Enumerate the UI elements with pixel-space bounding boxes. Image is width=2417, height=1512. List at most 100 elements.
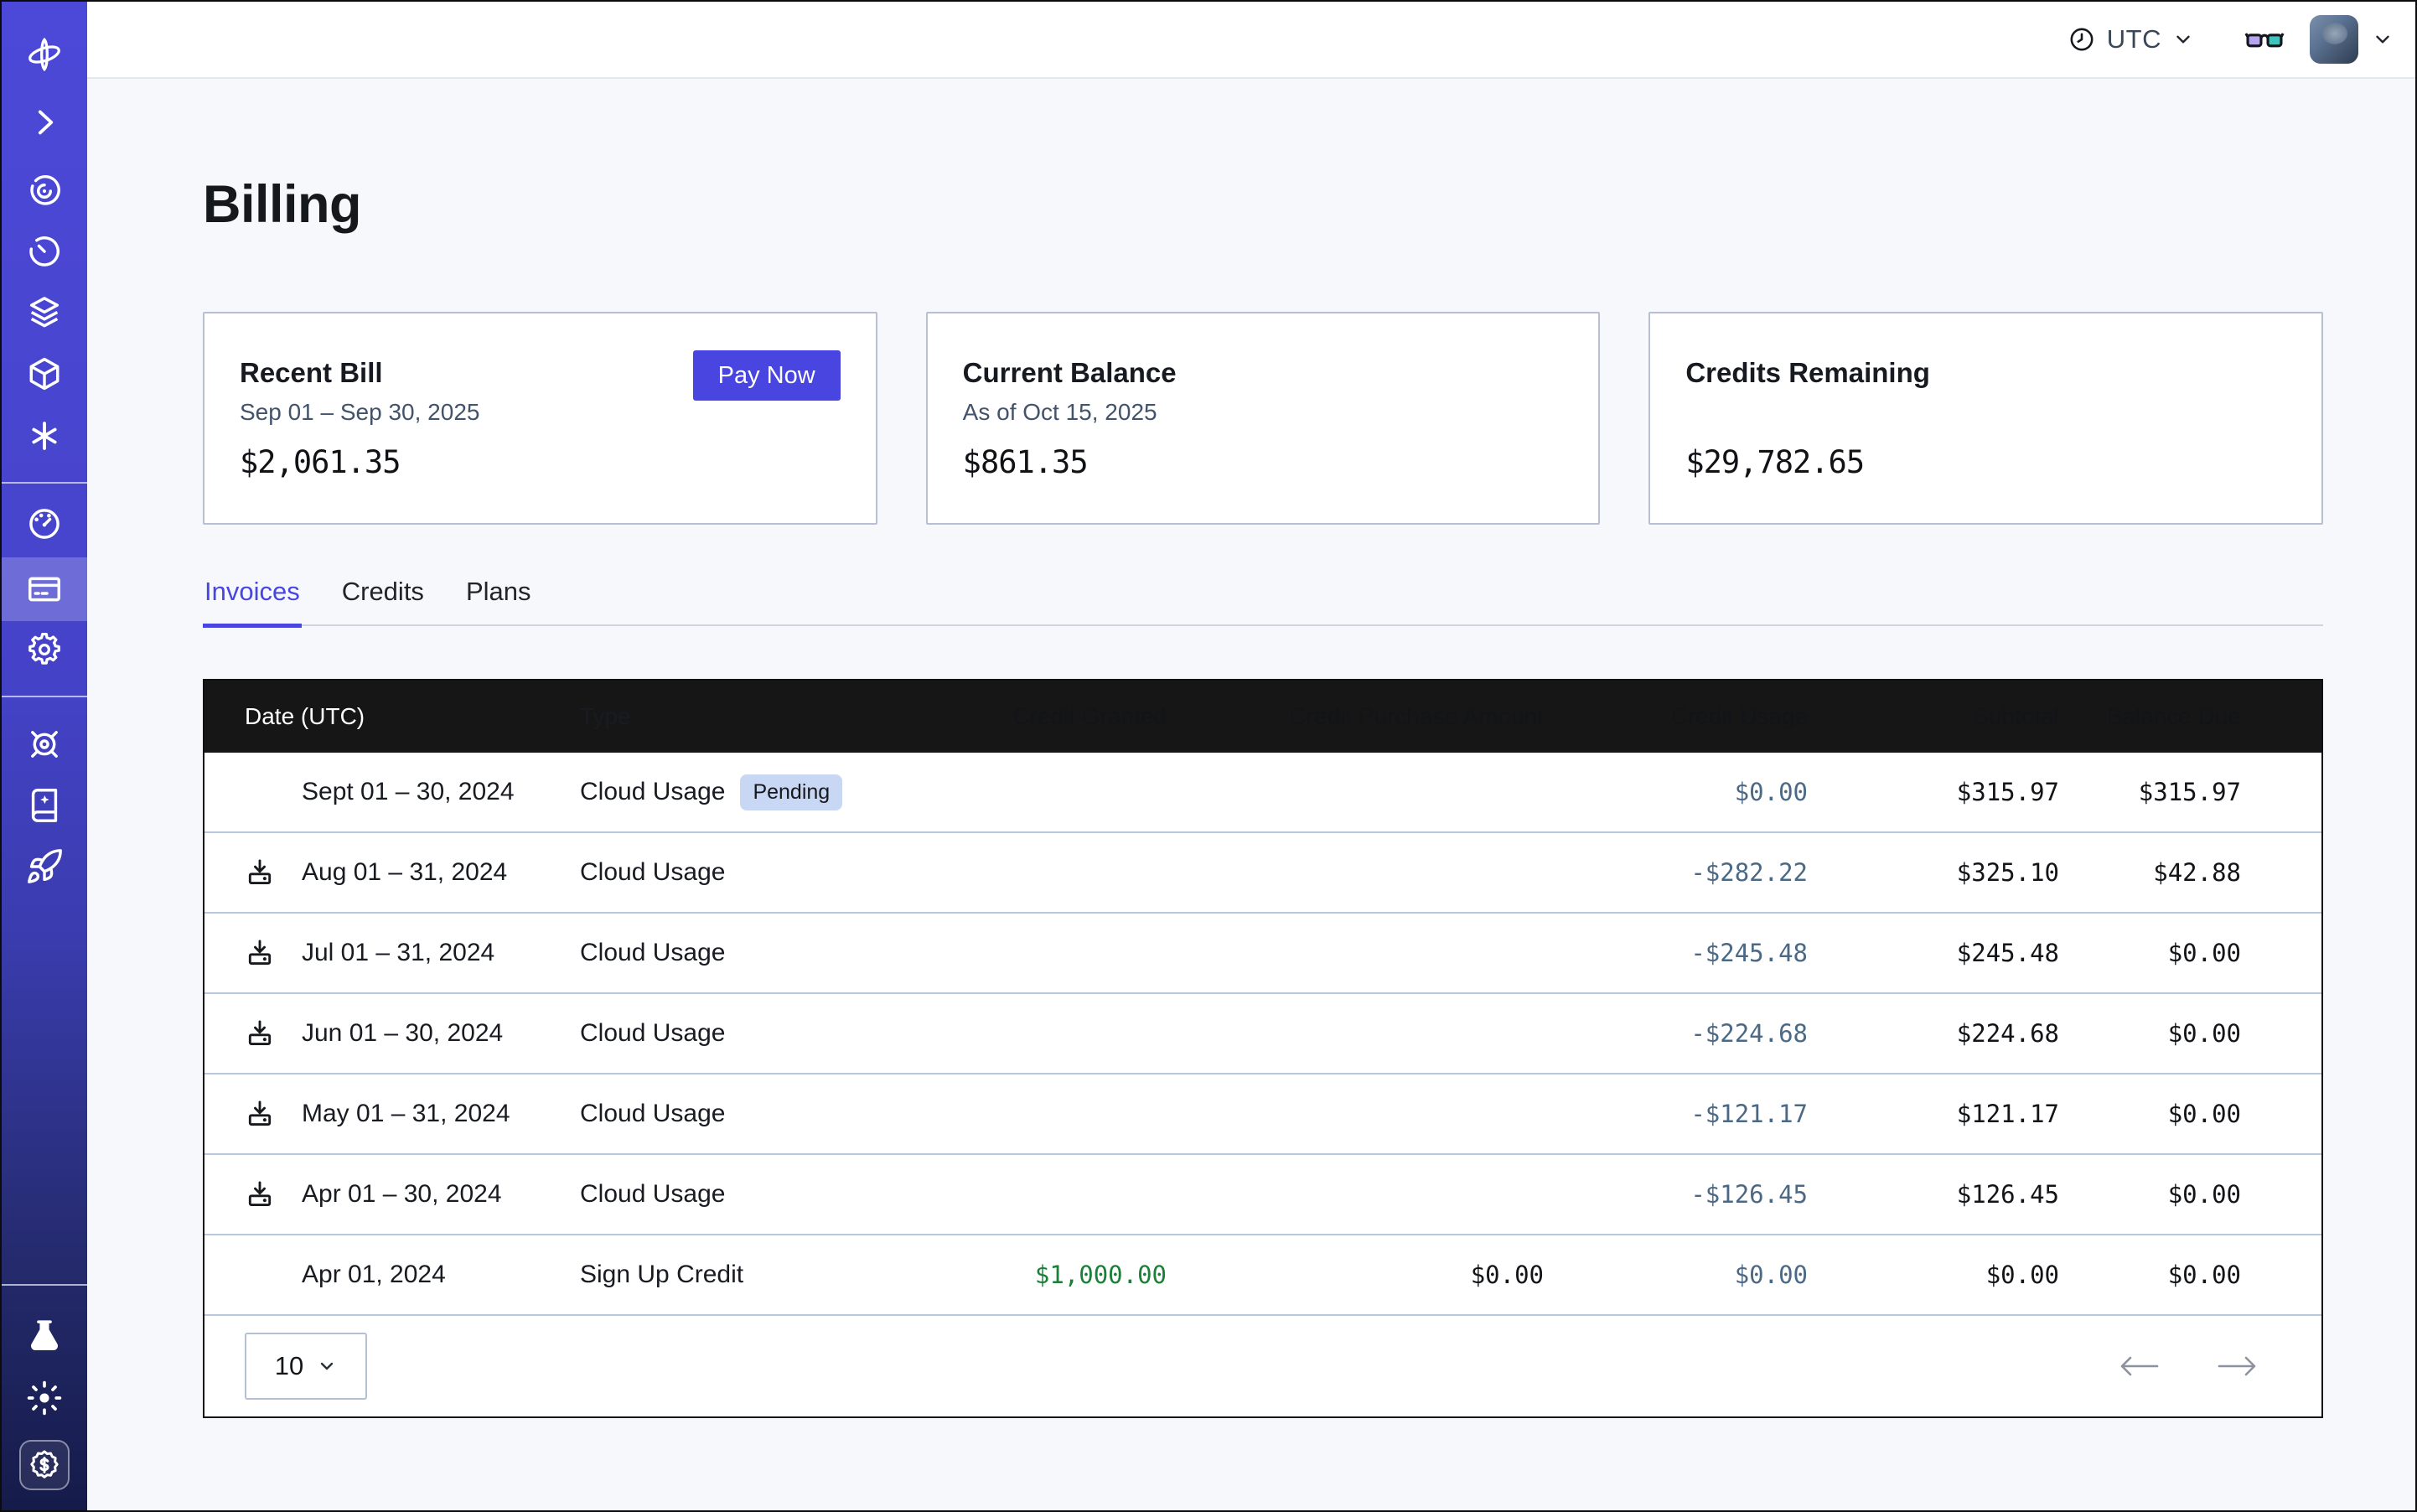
- clock-icon: [2068, 25, 2096, 54]
- page-size-select[interactable]: 10: [245, 1333, 367, 1400]
- timezone-selector[interactable]: UTC: [2068, 24, 2194, 54]
- column-header-balance-due: Balance Due: [2059, 703, 2321, 730]
- cube-icon[interactable]: [25, 355, 64, 393]
- balance-due-cell: $0.00: [2059, 1180, 2321, 1209]
- page-size-value: 10: [275, 1351, 303, 1381]
- invoice-row: Apr 01, 2024Sign Up Credit$1,000.00$0.00…: [204, 1235, 2321, 1316]
- summary-card-current-balance: Current BalanceAs of Oct 15, 2025$861.35: [926, 312, 1601, 525]
- download-icon: [245, 1099, 275, 1129]
- download-invoice-button[interactable]: [245, 938, 275, 968]
- column-header-subtotal: Subtotal: [1808, 703, 2059, 730]
- card-subtitle: As of Oct 15, 2025: [963, 399, 1157, 426]
- credit-usage-cell: -$121.17: [1544, 1100, 1808, 1128]
- invoice-table-body: Sept 01 – 30, 2024 Cloud UsagePending $0.0…: [204, 753, 2321, 1316]
- invoice-date: Jun 01 – 30, 2024: [302, 1019, 503, 1048]
- tab-plans[interactable]: Plans: [464, 577, 533, 624]
- rocket-icon[interactable]: [25, 847, 64, 886]
- download-icon: [245, 1179, 275, 1209]
- download-slot: [245, 1179, 302, 1209]
- next-page-button[interactable]: [2216, 1352, 2259, 1380]
- invoice-row: Sept 01 – 30, 2024 Cloud UsagePending $0.0…: [204, 753, 2321, 833]
- type-cell: Cloud UsagePending: [580, 774, 907, 810]
- invoice-type: Cloud Usage: [580, 939, 725, 967]
- chevron-down-icon: [317, 1356, 337, 1376]
- invoice-date: Apr 01 – 30, 2024: [302, 1180, 502, 1209]
- credit-granted-cell: $1,000.00: [907, 1261, 1167, 1289]
- expand-sidebar-icon[interactable]: [25, 103, 64, 142]
- theme-sun-icon[interactable]: [25, 1379, 64, 1417]
- dollar-badge-icon: [27, 1447, 62, 1483]
- subtotal-cell: $325.10: [1808, 858, 2059, 887]
- card-title: Recent Bill: [240, 357, 383, 389]
- card-amount: $29,782.65: [1685, 444, 1864, 480]
- invoice-row: Apr 01 – 30, 2024Cloud Usage-$126.45$126…: [204, 1155, 2321, 1235]
- tabs: Invoices Credits Plans: [203, 577, 2323, 626]
- main-content: Billing Recent BillSep 01 – Sep 30, 2025…: [203, 79, 2323, 1512]
- reader-glasses-icon[interactable]: [2244, 25, 2285, 54]
- column-header-date-utc-: Date (UTC): [204, 703, 580, 730]
- labs-flask-icon[interactable]: [25, 1317, 64, 1355]
- sidebar: [2, 2, 87, 1510]
- download-invoice-button[interactable]: [245, 857, 275, 888]
- card-amount: $2,061.35: [240, 444, 400, 480]
- download-invoice-button[interactable]: [245, 1179, 275, 1209]
- download-icon: [245, 938, 275, 968]
- credit-purchase-cell: $0.00: [1167, 1261, 1544, 1289]
- subtotal-cell: $224.68: [1808, 1019, 2059, 1048]
- download-slot: [245, 1099, 302, 1129]
- download-invoice-button[interactable]: [245, 1099, 275, 1129]
- account-menu-chevron-icon[interactable]: [2372, 28, 2394, 50]
- type-cell: Sign Up Credit: [580, 1261, 907, 1289]
- sidebar-divider: [2, 696, 87, 697]
- column-header-type: Type: [580, 703, 907, 730]
- user-avatar[interactable]: [2310, 15, 2358, 64]
- asterisk-icon[interactable]: [25, 417, 64, 455]
- invoice-row: Jun 01 – 30, 2024Cloud Usage-$224.68$224…: [204, 994, 2321, 1074]
- invoice-date: Aug 01 – 31, 2024: [302, 858, 507, 887]
- invoice-table-header: Date (UTC)TypeCredit GrantedCredit Purch…: [204, 681, 2321, 753]
- prev-page-button[interactable]: [2117, 1352, 2161, 1380]
- tab-invoices[interactable]: Invoices: [203, 577, 302, 624]
- iris-scan-icon[interactable]: [25, 172, 64, 210]
- settings-gear-icon[interactable]: [25, 630, 64, 669]
- date-cell: Jul 01 – 31, 2024: [204, 938, 580, 968]
- usage-gauge-icon[interactable]: [25, 505, 64, 543]
- invoice-table: Date (UTC)TypeCredit GrantedCredit Purch…: [203, 679, 2323, 1418]
- tab-credits[interactable]: Credits: [340, 577, 426, 624]
- download-slot: [245, 1018, 302, 1049]
- balance-due-cell: $0.00: [2059, 939, 2321, 967]
- helm-wheel-icon[interactable]: [25, 725, 64, 764]
- card-title: Credits Remaining: [1685, 357, 1930, 389]
- topbar: UTC: [87, 2, 2415, 79]
- billing-card-icon[interactable]: [25, 570, 64, 608]
- card-subtitle: Sep 01 – Sep 30, 2025: [240, 399, 479, 426]
- invoice-type: Cloud Usage: [580, 858, 725, 887]
- column-header-credit-purchase-amount: Credit Purchase Amount: [1167, 703, 1544, 730]
- date-cell: May 01 – 31, 2024: [204, 1099, 580, 1129]
- docs-book-icon[interactable]: [25, 785, 64, 824]
- logo-icon[interactable]: [25, 35, 64, 74]
- card-title: Current Balance: [963, 357, 1177, 389]
- billing-badge-button[interactable]: [19, 1440, 70, 1490]
- type-cell: Cloud Usage: [580, 939, 907, 967]
- history-timer-icon[interactable]: [25, 232, 64, 271]
- invoice-date: May 01 – 31, 2024: [302, 1100, 510, 1128]
- invoice-date: Sept 01 – 30, 2024: [302, 778, 515, 806]
- credit-usage-cell: $0.00: [1544, 778, 1808, 806]
- download-invoice-button[interactable]: [245, 1018, 275, 1049]
- arrow-left-icon: [2117, 1352, 2161, 1380]
- balance-due-cell: $42.88: [2059, 858, 2321, 887]
- invoice-date: Jul 01 – 31, 2024: [302, 939, 494, 967]
- chevron-down-icon: [2172, 28, 2194, 50]
- summary-card-recent-bill: Recent Bill Sep 01 – Sep 30, 2025 $2,061.3…: [203, 312, 877, 525]
- pay-now-button[interactable]: Pay Now: [693, 350, 841, 401]
- arrow-right-icon: [2216, 1352, 2259, 1380]
- invoice-type: Cloud Usage: [580, 1180, 725, 1209]
- credit-usage-cell: -$282.22: [1544, 858, 1808, 887]
- subtotal-cell: $121.17: [1808, 1100, 2059, 1128]
- date-cell: Apr 01, 2024: [204, 1261, 580, 1289]
- subtotal-cell: $245.48: [1808, 939, 2059, 967]
- credit-usage-cell: $0.00: [1544, 1261, 1808, 1289]
- layers-icon[interactable]: [25, 293, 64, 331]
- date-cell: Aug 01 – 31, 2024: [204, 857, 580, 888]
